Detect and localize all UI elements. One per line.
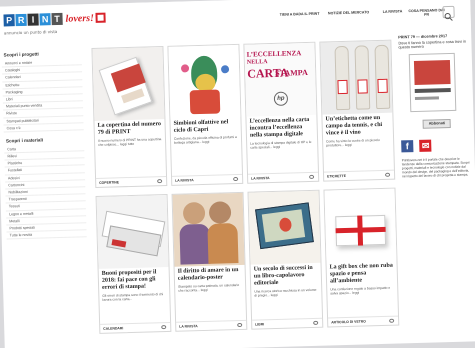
logo-letter: R xyxy=(15,13,27,27)
article-card[interactable]: Simbioni olfattive nel ciclo di Capri Co… xyxy=(167,43,244,186)
hero-line: STAMPA xyxy=(275,67,308,78)
view-icon[interactable] xyxy=(157,179,163,184)
card-image xyxy=(320,40,393,115)
mail-icon[interactable]: ✉ xyxy=(419,139,432,152)
printlovers-page: P R I N T lovers! annuncio un punto di v… xyxy=(0,0,475,348)
card-image: L’ECCELLENZA NELLA CARTA STAMPA hp xyxy=(244,42,317,117)
article-card[interactable]: Buoni propositi per il 2018: fai pace co… xyxy=(95,193,172,334)
logo-letter: T xyxy=(51,12,63,26)
view-icon[interactable] xyxy=(237,322,243,328)
article-card[interactable]: Il diritto di amare in un calendario-pos… xyxy=(171,191,248,332)
card-tag[interactable]: LA RIVISTA xyxy=(179,324,198,329)
card-excerpt: Il nuovo numero di PRINT ha una copertin… xyxy=(97,137,162,147)
card-excerpt: Come ha vinto la cuvée di un piccolo pro… xyxy=(326,138,380,148)
card-footer: ARTICOLO DI VETRO xyxy=(328,315,399,327)
view-icon[interactable] xyxy=(313,320,319,325)
sidebar-item[interactable]: Tutte le novità xyxy=(6,230,87,240)
nav-item[interactable]: NOTIZIE DEL MERCATO xyxy=(327,10,369,16)
hero-line: L’ECCELLENZA xyxy=(246,49,302,59)
card-tag[interactable]: ARTICOLO DI VETRO xyxy=(331,319,366,324)
card-excerpt: Gli errori di stampa sono il tormento di… xyxy=(102,292,164,302)
hp-logo-icon: hp xyxy=(273,91,289,106)
magazine-cover[interactable] xyxy=(408,52,457,112)
card-footer: LA RIVISTA xyxy=(172,173,243,185)
view-icon[interactable] xyxy=(309,174,315,180)
hero-line: NELLA xyxy=(246,59,268,66)
facebook-icon[interactable]: f xyxy=(401,139,414,153)
search-icon[interactable] xyxy=(442,5,455,21)
card-image xyxy=(324,188,397,263)
nav-item[interactable]: COSA PENSANO DAI PR xyxy=(405,8,447,18)
card-footer: LA RIVISTA xyxy=(176,319,247,331)
view-icon[interactable] xyxy=(385,172,391,177)
site-logo[interactable]: P R I N T lovers! xyxy=(3,12,107,27)
view-icon[interactable] xyxy=(389,318,395,323)
card-image xyxy=(168,44,241,119)
right-sidebar: PRINT 79 — dicembre 2017 Dove ti fanno l… xyxy=(398,34,475,341)
card-image xyxy=(96,194,169,269)
card-title[interactable]: Buoni propositi per il 2018: fai pace co… xyxy=(99,267,170,292)
check-icon xyxy=(95,12,107,23)
card-tag[interactable]: LA RIVISTA xyxy=(251,176,270,181)
sidebar: Scopri i progetti Annunci e notizie Cata… xyxy=(1,44,89,346)
card-tag[interactable]: LA RIVISTA xyxy=(175,178,194,183)
card-footer: ETICHETTE xyxy=(323,169,395,181)
article-card[interactable]: Un’etichetta come un campo da tennis, e … xyxy=(319,39,396,182)
issue-teaser: Dove ti fanno la copertina e cosa trovi … xyxy=(398,39,466,50)
card-title[interactable]: La copertina del numero 79 di PRINT xyxy=(94,119,164,137)
nav-item[interactable]: TIENI A BADA IL PRINT xyxy=(279,12,321,18)
card-title[interactable]: L’eccellenza nella carta incontra l’ecce… xyxy=(246,115,317,140)
card-tag[interactable]: LIBRI xyxy=(255,322,264,326)
card-excerpt: Stampato su carta patinata, un calendari… xyxy=(178,282,240,293)
article-card[interactable]: L’ECCELLENZA NELLA CARTA STAMPA hp L’ecc… xyxy=(243,41,320,184)
view-icon[interactable] xyxy=(161,325,167,330)
logo-suffix: lovers! xyxy=(65,12,95,25)
card-title[interactable]: Il diritto di amare in un calendario-pos… xyxy=(175,265,245,283)
card-title[interactable]: La gift box che non ruba spazio e pensa … xyxy=(327,261,398,286)
logo-letter: I xyxy=(27,13,39,26)
card-image xyxy=(172,192,245,267)
card-title[interactable]: Simbioni olfattive nel ciclo di Capri xyxy=(170,117,240,135)
article-card[interactable]: La gift box che non ruba spazio e pensa … xyxy=(323,187,400,328)
card-excerpt: Una ricerca storica racchiusa in un volu… xyxy=(254,287,317,298)
card-title[interactable]: Un secolo di successi in un libro-capola… xyxy=(251,263,322,288)
site-tagline: annuncio un punto di vista xyxy=(3,28,58,36)
card-image xyxy=(92,47,165,121)
card-tag[interactable]: CALENDARI xyxy=(103,326,123,331)
card-footer: LIBRI xyxy=(252,317,323,329)
card-footer: COPERTINE xyxy=(96,175,167,187)
card-footer: LA RIVISTA xyxy=(247,171,319,183)
site-description: Printlovers.net è il portale che descriv… xyxy=(401,156,470,179)
card-tag[interactable]: COPERTINE xyxy=(99,180,119,185)
card-excerpt: La tecnologia di stampa digitale di HP e… xyxy=(250,139,312,150)
logo-letter: P xyxy=(3,14,15,27)
card-title[interactable]: Un’etichetta come un campo da tennis, e … xyxy=(322,113,393,138)
card-footer: CALENDARI xyxy=(100,321,171,333)
logo-letter: N xyxy=(39,13,51,26)
subscribe-button[interactable]: Abbonati xyxy=(422,118,452,129)
article-card[interactable]: Un secolo di successi in un libro-capola… xyxy=(247,189,324,330)
card-excerpt: Una confezione regalo a basso impatto e … xyxy=(330,285,391,296)
card-excerpt: Confezione, da piccola officina di profu… xyxy=(173,135,237,145)
article-card[interactable]: La copertina del numero 79 di PRINT Il n… xyxy=(91,46,168,188)
view-icon[interactable] xyxy=(233,176,239,182)
card-tag[interactable]: ETICHETTE xyxy=(327,174,346,179)
card-image xyxy=(248,190,321,265)
